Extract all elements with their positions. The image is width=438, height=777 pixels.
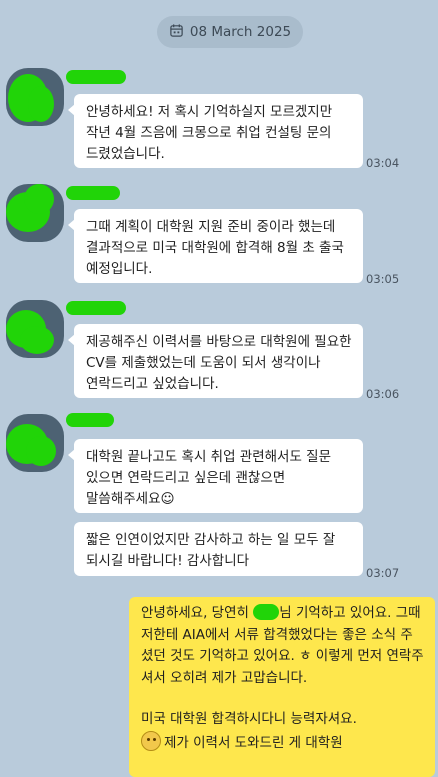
sender-name-redacted bbox=[66, 301, 126, 315]
message-time: 03:05 bbox=[366, 272, 400, 286]
sender-name-redacted bbox=[66, 70, 126, 84]
message-text: 대학원 끝나고도 혹시 취업 관련해서도 질문 있으면 연락드리고 싶은데 괜찮… bbox=[86, 449, 332, 507]
message-time: 03:06 bbox=[366, 387, 400, 401]
sender-avatar[interactable] bbox=[6, 414, 64, 472]
my-message-bubble[interactable]: 안녕하세요, 당연히 님 기억하고 있어요. 그때 저한테 AIA에서 서류 합… bbox=[129, 597, 435, 777]
reply-paragraph: 미국 대학원 합격하시다니 능력자셔요. bbox=[141, 711, 357, 727]
message-text: 안녕하세요! 저 혹시 기억하실지 모르겠지만 작년 4월 즈음에 크몽으로 취… bbox=[86, 104, 333, 162]
message-time: 03:07 bbox=[366, 566, 400, 580]
sender-avatar[interactable] bbox=[6, 184, 64, 242]
message-bubble[interactable]: 그때 계획이 대학원 지원 준비 중이라 했는데 결과적으로 미국 대학원에 합… bbox=[68, 209, 363, 283]
reply-paragraph: 제가 이력서 도와드린 게 대학원 bbox=[141, 730, 425, 755]
sender-avatar[interactable] bbox=[6, 300, 64, 358]
date-divider: 08 March 2025 bbox=[157, 16, 303, 48]
smile-emoji-icon bbox=[141, 730, 161, 751]
sender-avatar[interactable] bbox=[6, 68, 64, 126]
message-time: 03:04 bbox=[366, 156, 400, 170]
sender-name-redacted bbox=[66, 413, 114, 427]
message-text: 제공해주신 이력서를 바탕으로 대학원에 필요한 CV를 제출했었는데 도움이 … bbox=[86, 334, 352, 392]
message-bubble[interactable]: 안녕하세요! 저 혹시 기억하실지 모르겠지만 작년 4월 즈음에 크몽으로 취… bbox=[68, 94, 363, 168]
message-text: 그때 계획이 대학원 지원 준비 중이라 했는데 결과적으로 미국 대학원에 합… bbox=[86, 219, 344, 277]
message-bubble[interactable]: 제공해주신 이력서를 바탕으로 대학원에 필요한 CV를 제출했었는데 도움이 … bbox=[68, 324, 363, 398]
reply-paragraph: 안녕하세요, 당연히 님 기억하고 있어요. 그때 저한테 AIA에서 서류 합… bbox=[141, 604, 424, 686]
date-text: 08 March 2025 bbox=[189, 24, 292, 40]
message-bubble[interactable]: 짧은 인연이었지만 감사하고 하는 일 모두 잘 되시길 바랍니다! 감사합니다 bbox=[74, 522, 363, 576]
message-bubble[interactable]: 대학원 끝나고도 혹시 취업 관련해서도 질문 있으면 연락드리고 싶은데 괜찮… bbox=[68, 439, 363, 513]
sender-name-redacted bbox=[66, 186, 120, 200]
message-text: 짧은 인연이었지만 감사하고 하는 일 모두 잘 되시길 바랍니다! 감사합니다 bbox=[86, 532, 336, 569]
calendar-icon bbox=[169, 23, 184, 42]
redacted-name bbox=[253, 604, 280, 620]
